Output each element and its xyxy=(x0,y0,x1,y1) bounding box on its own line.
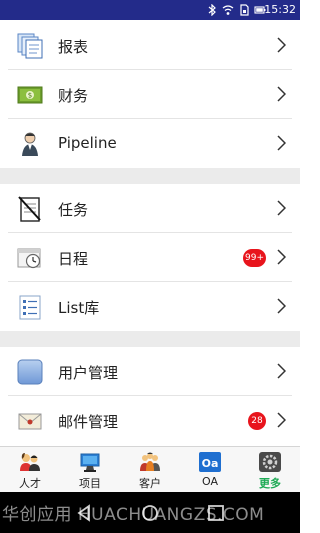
tab-label: 更多 xyxy=(259,477,281,490)
oa-icon: Oa xyxy=(199,452,221,472)
menu-item-label: 日程 xyxy=(58,250,89,268)
more-icon xyxy=(259,452,281,472)
tab-project[interactable]: 项目 xyxy=(60,447,120,492)
menu-item-label: 财务 xyxy=(58,87,89,105)
tab-label: 项目 xyxy=(79,477,101,490)
bottom-tab-bar: 人才 项目 客户 Oa OA 更多 xyxy=(0,446,300,492)
menu-item-list-library[interactable]: List库 xyxy=(0,282,300,331)
menu-item-finance[interactable]: $ 财务 xyxy=(0,70,300,119)
section-gap xyxy=(0,331,300,347)
status-time: 15:32 xyxy=(264,3,296,16)
menu-item-report[interactable]: 报表 xyxy=(0,21,300,70)
customer-icon xyxy=(140,452,160,471)
chevron-right-icon xyxy=(277,412,286,428)
chevron-right-icon xyxy=(277,200,286,216)
chevron-right-icon xyxy=(277,86,286,102)
finance-icon: $ xyxy=(17,86,43,104)
system-nav-bar: 华创应用 HUACHUANGZS.COM xyxy=(0,492,300,533)
chevron-right-icon xyxy=(277,363,286,379)
tab-label: OA xyxy=(202,475,218,488)
calendar-icon xyxy=(17,248,41,269)
chevron-right-icon xyxy=(277,135,286,151)
status-bar: 15:32 xyxy=(0,0,300,20)
menu-list: 报表 $ 财务 Pipeline 任务 日程 99+ List库 用户管理 邮件… xyxy=(0,21,300,445)
notification-badge: 99+ xyxy=(243,249,266,267)
tab-label: 客户 xyxy=(139,477,161,490)
menu-item-label: 报表 xyxy=(58,38,89,56)
menu-item-user-management[interactable]: 用户管理 xyxy=(0,347,300,396)
project-icon xyxy=(80,453,100,472)
wifi-icon xyxy=(222,5,234,15)
pipeline-icon xyxy=(22,132,38,156)
menu-item-label: 用户管理 xyxy=(58,364,119,382)
menu-item-pipeline[interactable]: Pipeline xyxy=(0,119,300,168)
tab-label: 人才 xyxy=(19,477,41,490)
tab-customer[interactable]: 客户 xyxy=(120,447,180,492)
tab-more[interactable]: 更多 xyxy=(240,447,300,492)
menu-item-label: 邮件管理 xyxy=(58,413,119,431)
menu-item-schedule[interactable]: 日程 99+ xyxy=(0,233,300,282)
bluetooth-icon xyxy=(208,4,216,16)
menu-item-label: 任务 xyxy=(58,201,89,219)
watermark: 华创应用 HUACHUANGZS.COM xyxy=(2,505,265,525)
menu-item-label: Pipeline xyxy=(58,134,117,152)
svg-text:Oa: Oa xyxy=(202,457,219,470)
people-icon xyxy=(20,453,40,471)
task-icon xyxy=(18,196,41,222)
user-management-icon xyxy=(17,359,43,385)
report-icon xyxy=(17,33,43,59)
menu-item-mail-management[interactable]: 邮件管理 28 xyxy=(0,396,300,445)
chevron-right-icon xyxy=(277,37,286,53)
chevron-right-icon xyxy=(277,249,286,265)
menu-item-label: List库 xyxy=(58,299,100,317)
mail-icon xyxy=(18,413,42,430)
tab-people[interactable]: 人才 xyxy=(0,447,60,492)
tab-oa[interactable]: Oa OA xyxy=(180,447,240,492)
status-icons xyxy=(206,4,266,16)
menu-item-task[interactable]: 任务 xyxy=(0,184,300,233)
notification-badge: 28 xyxy=(248,412,266,430)
list-icon xyxy=(19,295,41,320)
sim-icon xyxy=(240,4,249,16)
chevron-right-icon xyxy=(277,298,286,314)
svg-text:$: $ xyxy=(28,92,32,100)
section-gap xyxy=(0,168,300,184)
